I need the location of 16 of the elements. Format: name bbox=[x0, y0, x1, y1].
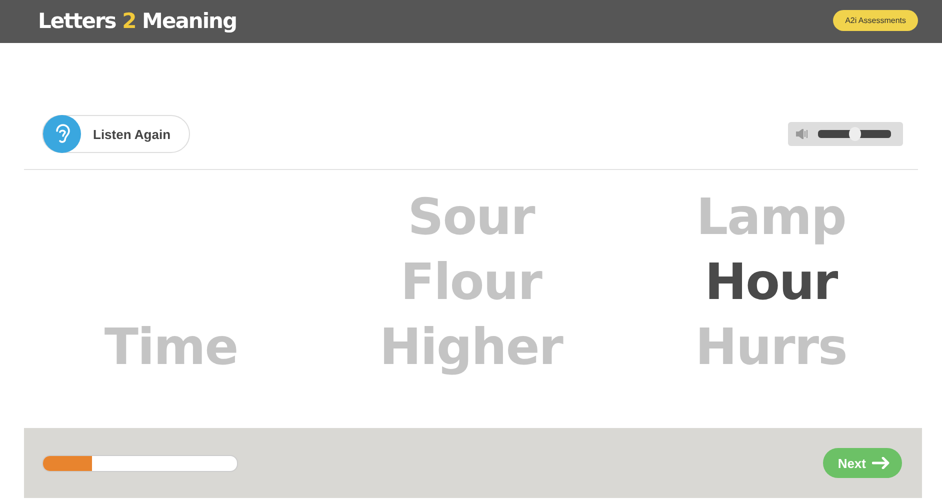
volume-slider[interactable] bbox=[818, 130, 891, 138]
word-choice[interactable]: Higher bbox=[380, 315, 562, 380]
ear-icon bbox=[43, 115, 81, 153]
assessments-badge[interactable]: A2i Assessments bbox=[833, 10, 918, 31]
word-choice[interactable]: Time bbox=[104, 315, 238, 380]
logo: Letters 2 Meaning bbox=[38, 8, 237, 32]
listen-again-button[interactable]: Listen Again bbox=[42, 115, 190, 153]
word-choice[interactable]: Flour bbox=[400, 250, 542, 315]
word-choice[interactable]: Hurrs bbox=[695, 315, 847, 380]
next-button[interactable]: Next bbox=[822, 448, 902, 478]
word-choice[interactable]: Lamp bbox=[696, 185, 846, 250]
speaker-icon bbox=[796, 129, 808, 139]
arrow-icon bbox=[872, 457, 890, 469]
slider-thumb[interactable] bbox=[848, 127, 860, 141]
word-choice[interactable]: Hour bbox=[704, 250, 838, 315]
word-choice[interactable]: Sour bbox=[408, 185, 534, 250]
